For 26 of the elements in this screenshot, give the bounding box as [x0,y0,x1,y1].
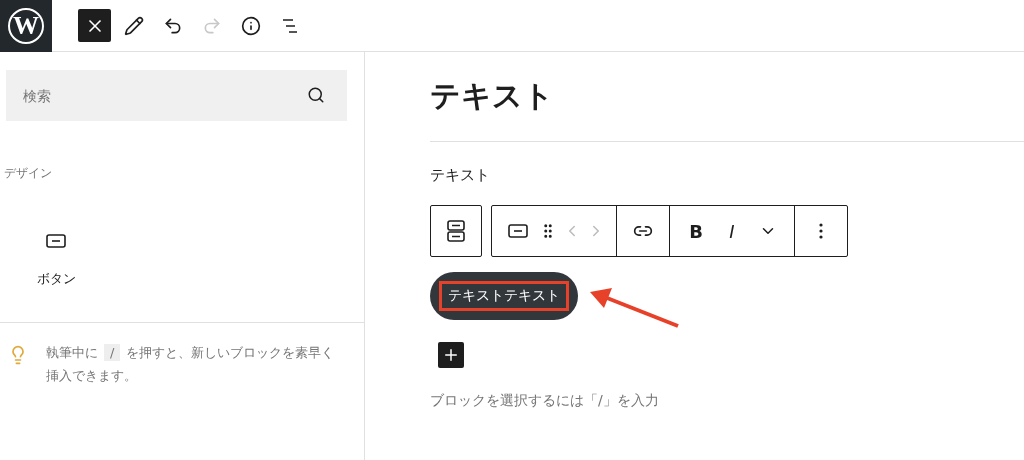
button-text: テキストテキスト [442,284,566,308]
category-heading: デザイン [4,165,53,182]
button-block[interactable]: テキストテキスト [430,272,578,320]
select-parent-button[interactable] [430,205,482,257]
close-button[interactable] [78,9,111,42]
more-vertical-icon [819,223,823,239]
pencil-icon [123,15,144,36]
paragraph-text: テキスト [430,166,491,185]
search-icon [307,86,325,104]
post-title: テキスト [430,77,555,115]
block-item[interactable]: ボタン [28,228,84,294]
button-block-icon [46,234,66,248]
search-field[interactable]: 検索 [6,70,347,121]
add-block-button[interactable] [438,342,464,368]
plus-icon [442,346,460,364]
tip-text: 執筆中に / を押すと、新しいブロックを素早く挿入できます。 [46,343,336,385]
logo-tile[interactable]: W [0,0,52,52]
block-label: ボタン [36,270,76,288]
logo: W [8,7,44,44]
undo-icon [162,15,183,36]
buttons-block-icon [447,220,465,242]
italic-button[interactable]: I [714,206,750,256]
block-input[interactable]: ブロックを選択するには「/」を入力 [430,392,1024,410]
bold-button[interactable]: B [678,206,714,256]
info-icon [240,15,261,36]
button-block-icon [508,224,528,238]
